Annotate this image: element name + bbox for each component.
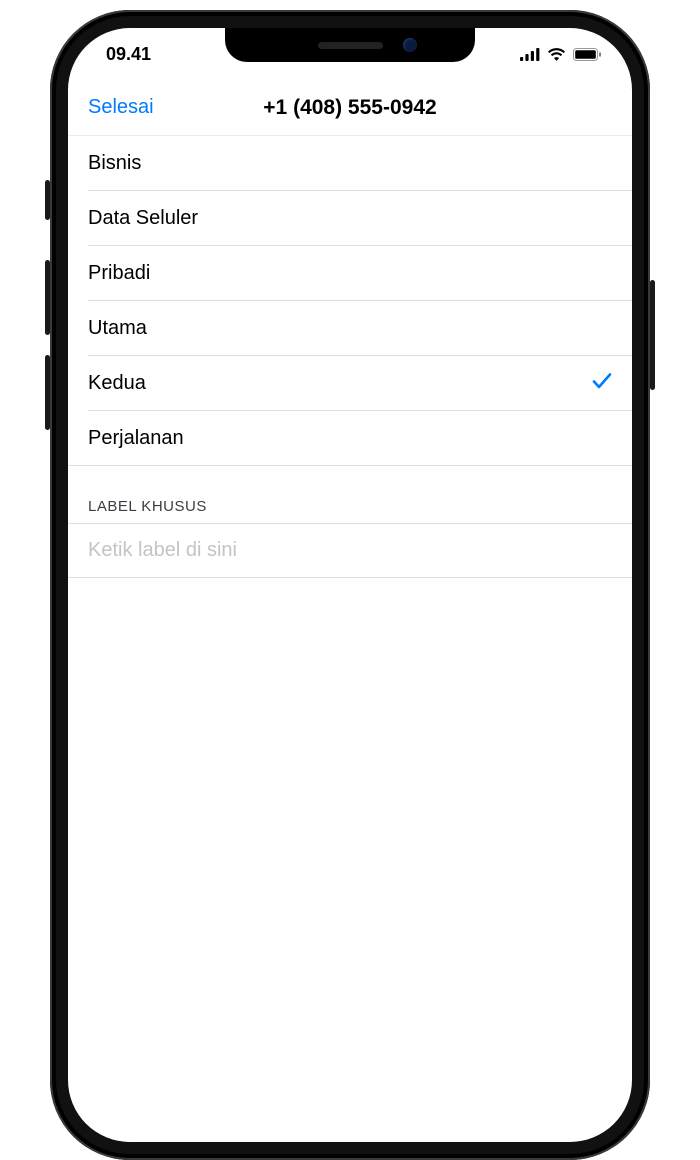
custom-label-input[interactable] (88, 539, 612, 562)
label-option-text: Perjalanan (88, 427, 184, 450)
label-option-text: Data Seluler (88, 207, 198, 230)
label-option-text: Pribadi (88, 262, 150, 285)
label-option-utama[interactable]: Utama (68, 301, 632, 356)
status-indicators (520, 48, 602, 61)
cellular-signal-icon (520, 48, 540, 61)
label-option-bisnis[interactable]: Bisnis (68, 136, 632, 191)
custom-label-cell[interactable] (68, 523, 632, 578)
phone-frame: 09.41 (50, 10, 650, 1160)
wifi-icon (547, 48, 566, 61)
side-button (650, 280, 655, 390)
front-camera (403, 38, 417, 52)
checkmark-icon (592, 372, 612, 396)
label-list: Bisnis Data Seluler Pribadi Utama Kedua (68, 136, 632, 466)
label-option-kedua[interactable]: Kedua (68, 356, 632, 411)
status-time: 09.41 (106, 44, 151, 65)
label-option-text: Bisnis (88, 152, 141, 175)
volume-up-button (45, 260, 50, 335)
volume-down-button (45, 355, 50, 430)
notch (225, 28, 475, 62)
label-option-pribadi[interactable]: Pribadi (68, 246, 632, 301)
screen: 09.41 (68, 28, 632, 1142)
done-button[interactable]: Selesai (88, 96, 154, 119)
label-option-data-seluler[interactable]: Data Seluler (68, 191, 632, 246)
nav-title: +1 (408) 555-0942 (86, 96, 614, 120)
label-option-perjalanan[interactable]: Perjalanan (68, 411, 632, 466)
label-option-text: Utama (88, 317, 147, 340)
label-option-text: Kedua (88, 372, 146, 395)
custom-label-header: LABEL KHUSUS (68, 466, 632, 523)
battery-icon (573, 48, 602, 61)
nav-bar: Selesai +1 (408) 555-0942 (68, 80, 632, 136)
mute-switch (45, 180, 50, 220)
speaker-grille (318, 42, 383, 49)
